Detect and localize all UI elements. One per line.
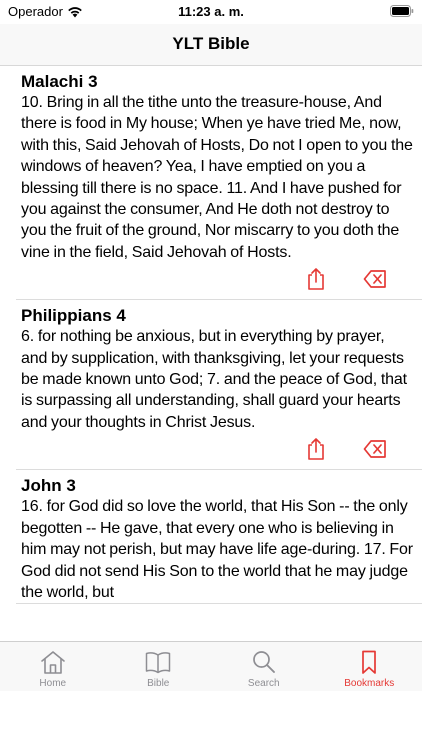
tab-home[interactable]: Home bbox=[0, 642, 106, 691]
battery-icon bbox=[390, 5, 414, 17]
share-icon[interactable] bbox=[305, 437, 327, 461]
bookmark-reference: Philippians 4 bbox=[21, 306, 126, 326]
tab-bible-label: Bible bbox=[147, 678, 170, 689]
navigation-bar: YLT Bible bbox=[0, 24, 422, 66]
bookmark-card[interactable]: John 3 16. for God did so love the world… bbox=[16, 470, 422, 605]
bookmark-card[interactable]: Malachi 3 10. Bring in all the tithe unt… bbox=[16, 66, 422, 301]
tab-bookmarks[interactable]: Bookmarks bbox=[317, 642, 422, 691]
tab-bible[interactable]: Bible bbox=[106, 642, 212, 691]
bookmark-text: 16. for God did so love the world, that … bbox=[21, 498, 413, 601]
tab-bar: Home Bible Search Bookmarks bbox=[0, 641, 422, 691]
bookmark-reference: John 3 bbox=[21, 476, 76, 496]
magnifier-icon bbox=[252, 651, 275, 673]
tab-bookmarks-label: Bookmarks bbox=[344, 678, 395, 689]
status-bar: Operador 11:23 a. m. bbox=[0, 0, 422, 24]
share-icon[interactable] bbox=[305, 267, 327, 291]
bookmark-text: 6. for nothing be anxious, but in everyt… bbox=[21, 328, 407, 431]
bookmark-actions bbox=[21, 433, 414, 469]
delete-icon[interactable] bbox=[363, 269, 387, 289]
bookmark-icon bbox=[362, 650, 377, 674]
tab-search[interactable]: Search bbox=[211, 642, 317, 691]
bookmark-card[interactable]: Philippians 4 6. for nothing be anxious,… bbox=[16, 300, 422, 471]
delete-icon[interactable] bbox=[363, 439, 387, 459]
bookmarks-list[interactable]: Malachi 3 10. Bring in all the tithe unt… bbox=[0, 66, 422, 641]
house-icon bbox=[40, 651, 65, 674]
book-icon bbox=[146, 652, 171, 674]
bookmarks-screen: Operador 11:23 a. m. YLT Bible Malachi 3… bbox=[0, 0, 422, 750]
page-title: YLT Bible bbox=[172, 34, 250, 53]
bookmark-reference: Malachi 3 bbox=[21, 72, 98, 91]
status-time: 11:23 a. m. bbox=[178, 4, 244, 19]
tab-search-label: Search bbox=[247, 678, 280, 689]
bookmark-actions bbox=[21, 263, 414, 299]
tab-home-label: Home bbox=[39, 678, 67, 689]
home-indicator-area bbox=[0, 691, 422, 750]
bookmark-text: 10. Bring in all the tithe unto the trea… bbox=[21, 94, 413, 261]
